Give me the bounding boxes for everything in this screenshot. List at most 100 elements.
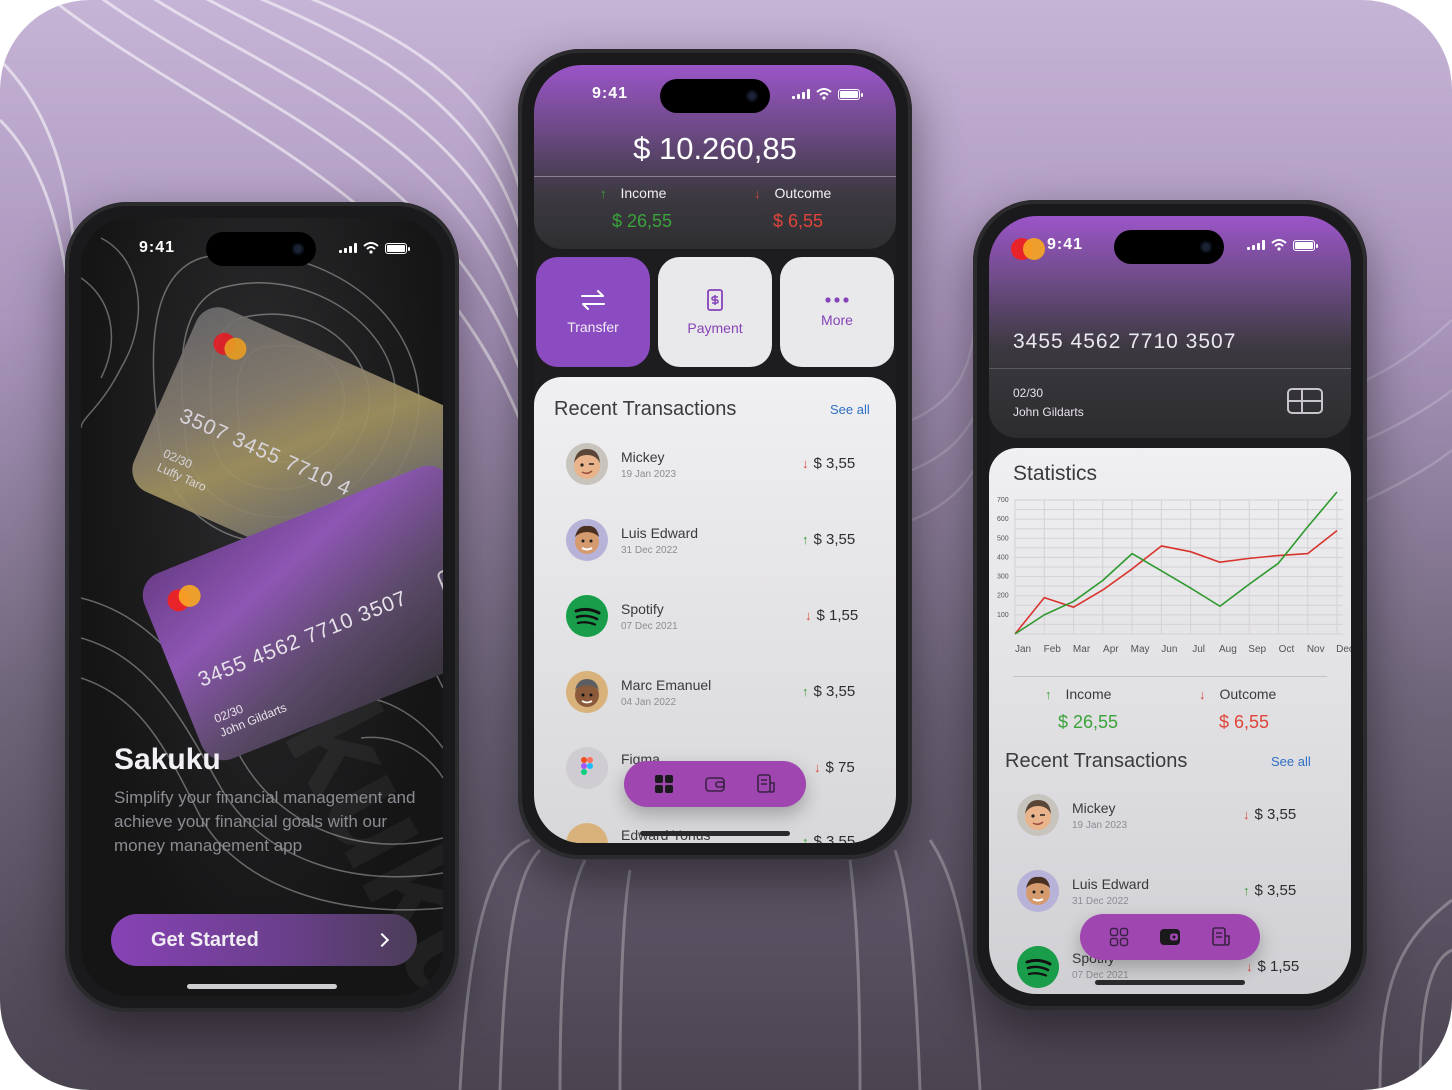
series-line-1 — [1014, 491, 1338, 635]
arrow-down-icon: ↓ — [802, 456, 809, 471]
transfer-icon — [581, 290, 605, 310]
wifi-icon — [363, 242, 379, 254]
x-tick-label: Jun — [1161, 644, 1177, 655]
total-balance: $ 10.260,85 — [633, 131, 797, 166]
transaction-name: Mickey — [621, 449, 665, 465]
income-label: ↑ Income — [1045, 686, 1112, 702]
spotify-logo-icon — [566, 595, 608, 637]
card-divider — [989, 368, 1351, 369]
bottom-tab-bar — [624, 761, 806, 807]
transaction-row[interactable]: Mickey 19 Jan 2023 ↓ $ 3,55 — [989, 784, 1351, 844]
arrow-up-icon: ↑ — [802, 834, 809, 843]
arrow-down-icon: ↓ — [1243, 807, 1250, 822]
transaction-row[interactable]: Mickey 19 Jan 2023 ↓ $ 3,55 — [534, 433, 896, 493]
transaction-date: 19 Jan 2023 — [621, 469, 677, 480]
see-all-link[interactable]: See all — [1271, 754, 1311, 769]
y-tick-label: 400 — [997, 554, 1009, 561]
transaction-amount: ↓ $ 1,55 — [805, 607, 859, 624]
card-chip-icon — [1287, 388, 1323, 414]
tab-wallet[interactable] — [695, 769, 735, 799]
transaction-name: Spotify — [621, 601, 664, 617]
y-tick-label: 500 — [997, 535, 1009, 542]
arrow-up-icon: ↑ — [1243, 883, 1250, 898]
signal-icon — [1247, 240, 1265, 250]
transaction-row[interactable]: Marc Emanuel 04 Jan 2022 ↑ $ 3,55 — [534, 661, 896, 721]
transaction-row[interactable]: Edward Yonus ↑$ 3,55 — [534, 813, 896, 843]
arrow-down-icon: ↓ — [1199, 686, 1206, 702]
y-tick-label: 300 — [997, 574, 1009, 581]
more-icon — [825, 297, 849, 303]
wifi-icon — [1271, 239, 1287, 251]
tab-wallet[interactable] — [1150, 922, 1190, 952]
payment-label: Payment — [687, 320, 743, 336]
grid-icon — [654, 775, 673, 793]
outcome-value: $ 6,55 — [773, 211, 824, 231]
transaction-row[interactable]: Luis Edward 31 Dec 2022 ↑ $ 3,55 — [989, 860, 1351, 920]
wallet-icon — [705, 777, 725, 792]
home-indicator — [187, 984, 337, 989]
app-subtitle: Simplify your financial management and a… — [114, 788, 416, 855]
income-label: ↑ Income — [600, 185, 667, 201]
income-value: $ 26,55 — [612, 211, 673, 231]
statistics-panel: Statistics 100 200 300 400 500 600 700 Jan Feb Ma… — [989, 448, 1351, 994]
balance-header: 9:41 $ 10.260,85 ↑ Income $ 26,55 ↓ Outcom… — [534, 65, 896, 249]
payment-button[interactable]: Payment — [658, 257, 772, 367]
home-screen: 9:41 $ 10.260,85 ↑ Income $ 26,55 ↓ Outcom… — [534, 65, 896, 843]
outcome-label: ↓ Outcome — [1199, 686, 1277, 702]
x-tick-label: Apr — [1103, 644, 1119, 655]
x-tick-label: May — [1131, 644, 1150, 655]
tab-receipt[interactable] — [1201, 922, 1241, 952]
card-holder: John Gildarts — [1013, 405, 1084, 419]
x-tick-label: Feb — [1044, 644, 1062, 655]
avatar — [1017, 870, 1059, 912]
tab-home[interactable] — [644, 769, 684, 799]
app-title: Sakuku — [114, 743, 221, 776]
onboarding-screen: Sakuku 9:41 3507 3455 7710 4 02/30 Luffy… — [81, 218, 443, 996]
home-indicator — [1095, 980, 1245, 985]
x-tick-label: Aug — [1219, 644, 1237, 655]
mastercard-logo — [209, 329, 252, 364]
card-chip-icon — [435, 560, 443, 597]
y-tick-label: 100 — [997, 612, 1009, 619]
battery-icon — [385, 242, 410, 254]
get-started-button[interactable]: Get Started — [111, 914, 417, 966]
battery-icon — [1293, 239, 1318, 251]
x-tick-label: Dec — [1336, 644, 1351, 655]
recent-transactions-title: Recent Transactions — [1005, 750, 1188, 772]
x-tick-label: Jan — [1015, 644, 1031, 655]
figma-logo-icon — [566, 747, 608, 789]
card-number: 3455 4562 7710 3507 — [194, 586, 411, 692]
transaction-amount: ↑ $ 3,55 — [802, 683, 856, 700]
x-tick-label: Mar — [1073, 644, 1091, 655]
signal-icon — [339, 243, 357, 253]
see-all-link[interactable]: See all — [830, 402, 870, 417]
bottom-tab-bar — [1080, 914, 1260, 960]
signal-icon — [792, 89, 810, 99]
x-tick-label: Nov — [1307, 644, 1325, 655]
arrow-up-icon: ↑ — [802, 684, 809, 699]
transaction-row[interactable]: Spotify 07 Dec 2021 ↓$ 1,55 — [534, 585, 896, 645]
transaction-amount: ↓ $ 75 — [814, 759, 855, 776]
arrow-down-icon: ↓ — [814, 760, 821, 775]
x-tick-label: Sep — [1248, 644, 1266, 655]
card-expiry: 02/30 — [1013, 386, 1044, 400]
dynamic-island — [206, 232, 316, 266]
transaction-amount: ↓ $ 3,55 — [802, 455, 856, 472]
status-icons — [339, 242, 410, 254]
statistics-phone: 9:41 3455 4562 7710 3507 02/30 John Gild… — [973, 200, 1367, 1010]
statistics-title: Statistics — [1013, 462, 1098, 485]
showcase-background: Sakuku 9:41 3507 3455 7710 4 02/30 Luffy… — [0, 0, 1452, 1090]
tab-receipt[interactable] — [746, 769, 786, 799]
card-number: 3455 4562 7710 3507 — [1013, 330, 1237, 353]
transfer-button[interactable]: Transfer — [536, 257, 650, 367]
status-icons — [1247, 239, 1318, 251]
statistics-screen: 9:41 3455 4562 7710 3507 02/30 John Gild… — [989, 216, 1351, 994]
transaction-amount: ↑ $ 3,55 — [802, 531, 856, 548]
more-button[interactable]: More — [780, 257, 894, 367]
tab-home[interactable] — [1099, 922, 1139, 952]
transfer-label: Transfer — [567, 319, 619, 335]
transaction-name: Luis Edward — [621, 525, 699, 541]
transaction-row[interactable]: Luis Edward 31 Dec 2022 ↑ $ 3,55 — [534, 509, 896, 569]
grid-icon — [1110, 927, 1129, 947]
y-tick-label: 700 — [997, 497, 1009, 504]
